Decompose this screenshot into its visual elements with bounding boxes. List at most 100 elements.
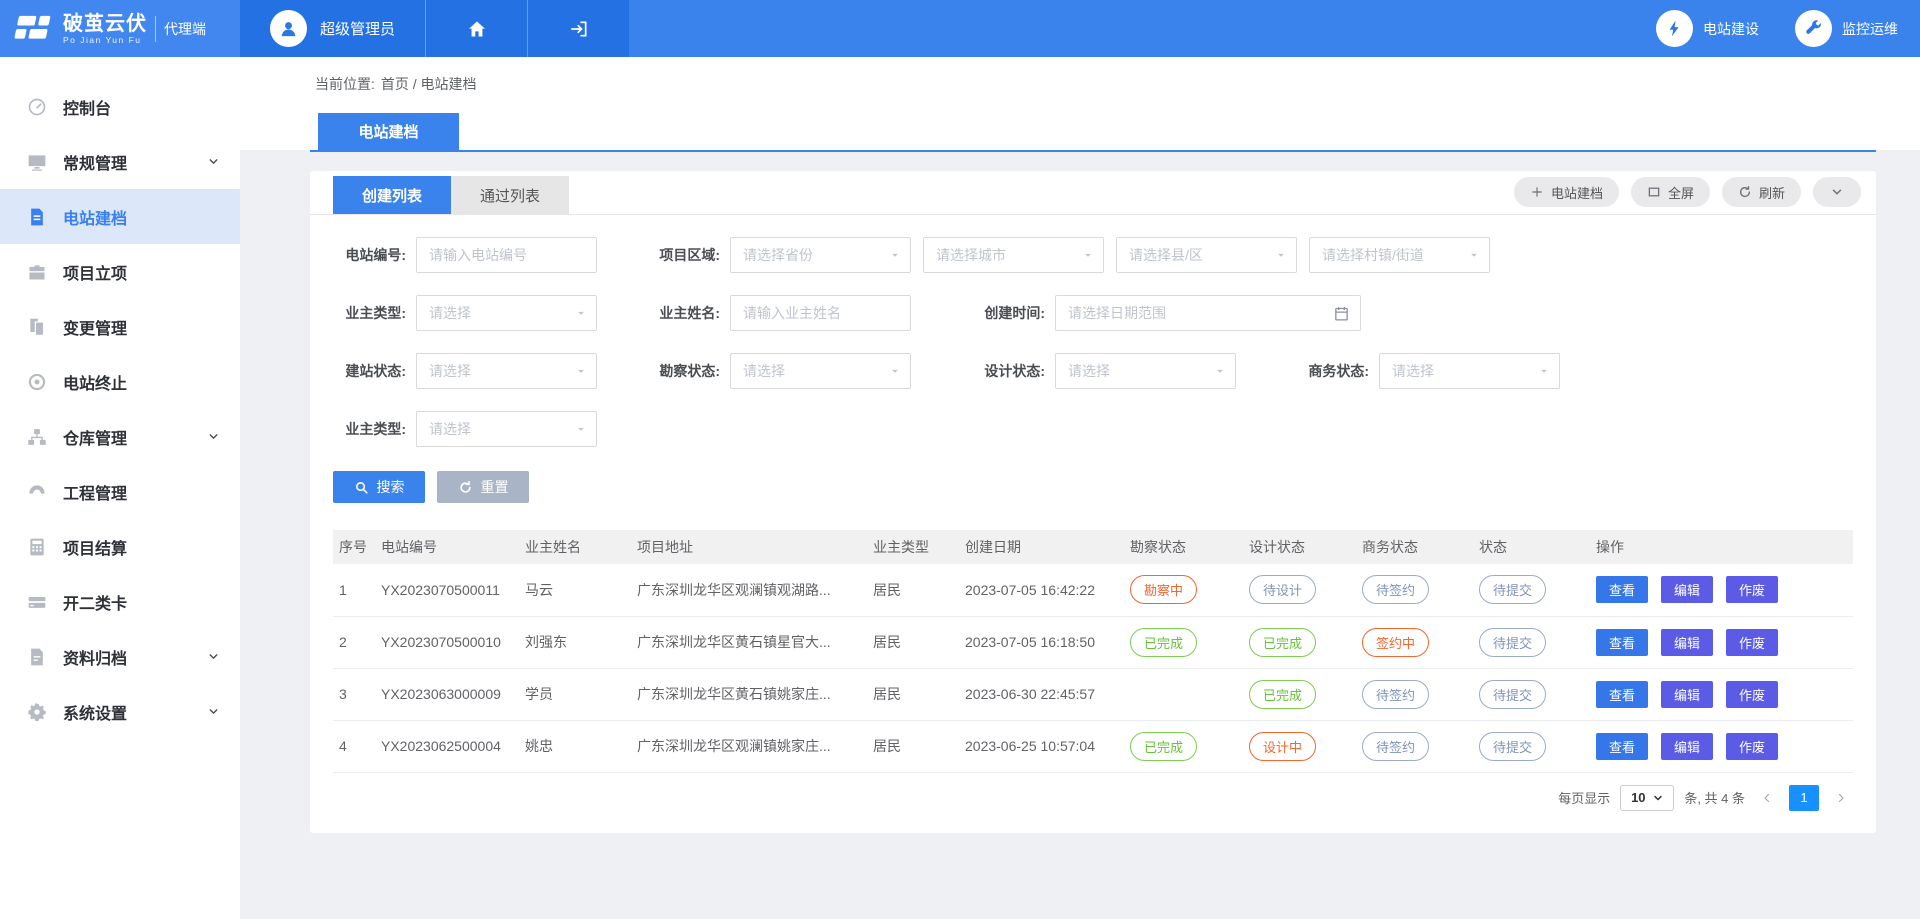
table-header-cell: 设计状态 <box>1243 530 1356 564</box>
sidebar-item-system-settings[interactable]: 系统设置 <box>0 684 240 739</box>
nav-label: 监控运维 <box>1842 19 1898 39</box>
owner-name-input[interactable] <box>730 295 911 331</box>
sidebar-item-data-archive[interactable]: 资料归档 <box>0 629 240 684</box>
void-button[interactable]: 作废 <box>1726 629 1778 656</box>
table-cell: 居民 <box>867 616 959 668</box>
city-select[interactable]: 请选择城市 <box>923 237 1104 273</box>
status-badge: 签约中 <box>1362 628 1429 657</box>
caret-down-icon <box>1537 364 1551 378</box>
create-station-button[interactable]: 电站建档 <box>1514 177 1619 207</box>
table-header-cell: 状态 <box>1473 530 1590 564</box>
filter-label: 创建时间: <box>972 303 1045 323</box>
table-header-cell: 创建日期 <box>959 530 1124 564</box>
nav-monitoring-ops[interactable]: 监控运维 <box>1795 10 1898 47</box>
build-status-select[interactable]: 请选择 <box>416 353 597 389</box>
search-icon <box>354 480 369 495</box>
view-button[interactable]: 查看 <box>1596 629 1648 656</box>
per-page-select[interactable]: 10 <box>1620 785 1674 811</box>
status-cell: 设计中 <box>1243 720 1356 772</box>
prev-page-button[interactable] <box>1755 785 1779 811</box>
create-time-range[interactable]: 请选择日期范围 <box>1055 295 1361 331</box>
select-placeholder: 请选择省份 <box>743 245 813 265</box>
status-cell: 已完成 <box>1124 720 1243 772</box>
copy-icon <box>27 317 47 337</box>
table-cell: 2023-07-05 16:42:22 <box>959 564 1124 616</box>
sidebar-item-warehouse-management[interactable]: 仓库管理 <box>0 409 240 464</box>
town-select[interactable]: 请选择村镇/街道 <box>1309 237 1490 273</box>
fullscreen-button[interactable]: 全屏 <box>1631 177 1710 207</box>
table-cell: YX2023062500004 <box>375 720 519 772</box>
portal-label: 代理端 <box>155 16 206 42</box>
table-header-cell: 电站编号 <box>375 530 519 564</box>
view-button[interactable]: 查看 <box>1596 576 1648 603</box>
toolbar-button-label: 刷新 <box>1759 183 1785 202</box>
caret-down-icon <box>1213 364 1227 378</box>
sidebar-item-engineering-management[interactable]: 工程管理 <box>0 464 240 519</box>
caret-down-icon <box>574 422 588 436</box>
bolt-icon <box>1665 19 1684 38</box>
table-header-row: 序号电站编号业主姓名项目地址业主类型创建日期勘察状态设计状态商务状态状态操作 <box>333 530 1853 564</box>
sidebar-item-general-management[interactable]: 常规管理 <box>0 134 240 189</box>
status-cell: 待提交 <box>1473 616 1590 668</box>
page-1-button[interactable]: 1 <box>1789 785 1819 811</box>
table-cell: 学员 <box>519 668 631 720</box>
void-button[interactable]: 作废 <box>1726 733 1778 760</box>
district-select[interactable]: 请选择县/区 <box>1116 237 1297 273</box>
filter-label: 建站状态: <box>333 361 406 381</box>
owner-type-select-2[interactable]: 请选择 <box>416 411 597 447</box>
province-select[interactable]: 请选择省份 <box>730 237 911 273</box>
filter-row: 建站状态:请选择勘察状态:请选择设计状态:请选择商务状态:请选择 <box>333 353 1853 389</box>
search-button[interactable]: 搜索 <box>333 471 425 503</box>
edit-button[interactable]: 编辑 <box>1661 576 1713 603</box>
edit-button[interactable]: 编辑 <box>1661 629 1713 656</box>
filter-group: 设计状态:请选择 <box>972 353 1236 389</box>
sidebar-item-station-termination[interactable]: 电站终止 <box>0 354 240 409</box>
sidebar-item-second-type-card[interactable]: 开二类卡 <box>0 574 240 629</box>
header-spacer <box>629 0 1656 57</box>
reset-button[interactable]: 重置 <box>437 471 529 503</box>
collapse-button[interactable] <box>1813 177 1861 207</box>
edit-button[interactable]: 编辑 <box>1661 733 1713 760</box>
next-page-button[interactable] <box>1829 785 1853 811</box>
logout-button[interactable] <box>527 0 629 57</box>
sidebar-item-project-initiation[interactable]: 项目立项 <box>0 244 240 299</box>
survey-status-select[interactable]: 请选择 <box>730 353 911 389</box>
main-area: 当前位置: 首页 / 电站建档 电站建档 创建列表 通过列表 电站建档全屏刷新 … <box>240 57 1920 919</box>
sidebar-item-console[interactable]: 控制台 <box>0 79 240 134</box>
card-toolbar: 电站建档全屏 刷新 <box>1514 177 1861 207</box>
tab-passed-list[interactable]: 通过列表 <box>451 176 569 214</box>
refresh-button[interactable]: 刷新 <box>1722 177 1801 207</box>
status-cell: 签约中 <box>1356 616 1473 668</box>
sidebar-item-project-settlement[interactable]: 项目结算 <box>0 519 240 574</box>
sidebar-item-change-management[interactable]: 变更管理 <box>0 299 240 354</box>
dashboard-icon <box>27 97 47 117</box>
void-button[interactable]: 作废 <box>1726 681 1778 708</box>
edit-button[interactable]: 编辑 <box>1661 681 1713 708</box>
select-placeholder: 请选择 <box>743 361 785 381</box>
owner-type-select[interactable]: 请选择 <box>416 295 597 331</box>
nav-station-construction[interactable]: 电站建设 <box>1656 10 1759 47</box>
station-number-input[interactable] <box>416 237 597 273</box>
void-button[interactable]: 作废 <box>1726 576 1778 603</box>
design-status-select[interactable]: 请选择 <box>1055 353 1236 389</box>
home-button[interactable] <box>425 0 527 57</box>
gear-icon <box>27 702 47 722</box>
sidebar-item-station-archive[interactable]: 电站建档 <box>0 189 240 244</box>
view-button[interactable]: 查看 <box>1596 681 1648 708</box>
filter-row: 业主类型:请选择业主姓名:创建时间:请选择日期范围 <box>333 295 1853 331</box>
sidebar-item-label: 常规管理 <box>63 150 207 174</box>
avatar <box>270 10 307 47</box>
status-cell: 待签约 <box>1356 668 1473 720</box>
table-row: 2YX2023070500010刘强东广东深圳龙华区黄石镇星官大...居民202… <box>333 616 1853 668</box>
user-menu[interactable]: 超级管理员 <box>240 0 425 57</box>
business-status-select[interactable]: 请选择 <box>1379 353 1560 389</box>
table-header-cell: 操作 <box>1590 530 1853 564</box>
tab-create-list[interactable]: 创建列表 <box>333 176 451 214</box>
breadcrumb-path[interactable]: 首页 / 电站建档 <box>381 74 477 94</box>
content: 创建列表 通过列表 电站建档全屏刷新 电站编号:项目区域:请选择省份请选择城市请… <box>240 152 1920 833</box>
logo-icon <box>13 10 55 48</box>
view-button[interactable]: 查看 <box>1596 733 1648 760</box>
logout-icon <box>569 19 589 39</box>
status-badge: 勘察中 <box>1130 575 1197 604</box>
page-tab-station-archive[interactable]: 电站建档 <box>318 113 459 150</box>
